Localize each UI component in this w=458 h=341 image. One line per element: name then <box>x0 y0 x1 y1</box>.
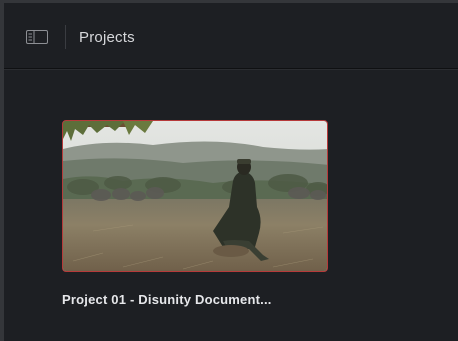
project-thumbnail[interactable] <box>62 120 328 272</box>
project-name-label[interactable]: Project 01 - Disunity Document... <box>62 292 362 307</box>
page-title: Projects <box>79 29 135 46</box>
header-divider <box>65 25 66 49</box>
sidebar-panel-icon[interactable] <box>26 30 48 44</box>
savanna-thumbnail-image <box>63 121 327 271</box>
projects-header: Projects <box>4 3 458 69</box>
projects-window: Projects Project 01 - Disunity Document.… <box>0 0 458 341</box>
